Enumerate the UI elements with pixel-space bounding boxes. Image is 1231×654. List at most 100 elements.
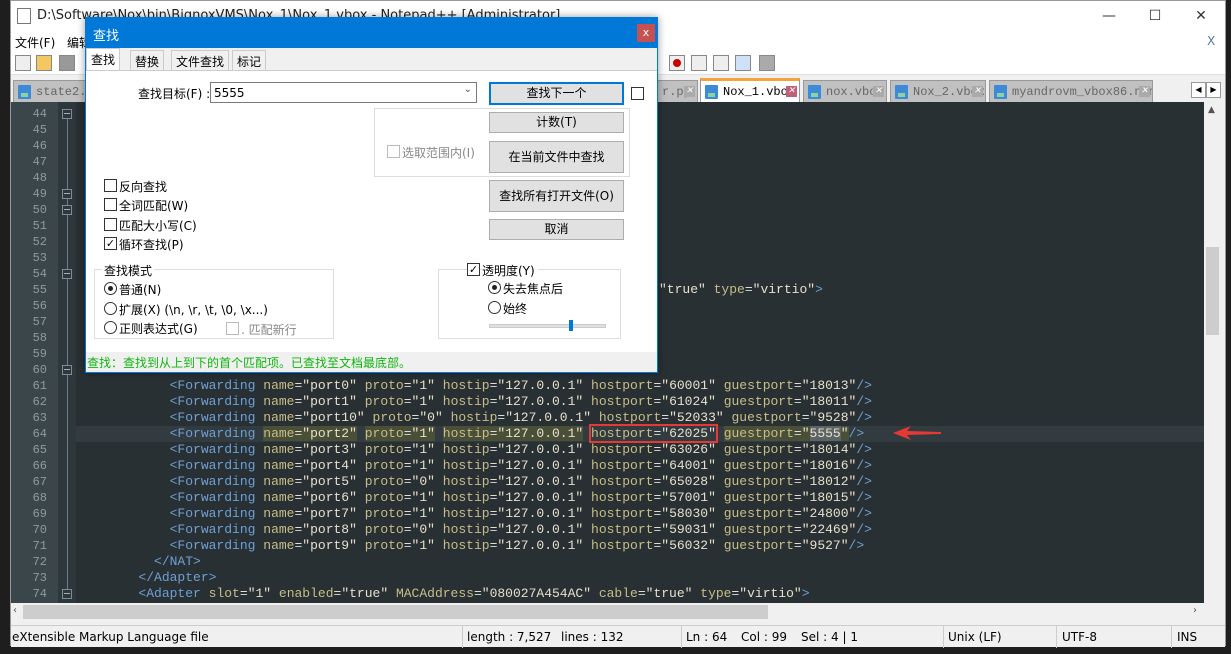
xml-attribute: hostip="127.0.0.1": [443, 474, 583, 489]
find-next-button[interactable]: 查找下一个: [489, 82, 624, 105]
attribute-value: "127.0.0.1": [497, 506, 584, 521]
tab-find-in-files[interactable]: 文件查找: [171, 50, 230, 70]
find-all-open-files-button[interactable]: 查找所有打开文件(O): [489, 180, 624, 212]
minimize-button[interactable]: —: [1086, 1, 1132, 31]
mode-normal-radio[interactable]: [104, 282, 117, 295]
find-all-in-current-button[interactable]: 在当前文件中查找: [489, 141, 624, 173]
equals-sign: =: [403, 522, 412, 537]
close-tab-icon[interactable]: ✕: [684, 86, 695, 97]
tab-nox2-vbox[interactable]: Nox_2.vbox ✕: [890, 80, 986, 102]
line-number: 69: [32, 507, 47, 521]
attribute-name: name: [263, 442, 295, 457]
code-line[interactable]: <Adapter slot="1" enabled="true" MACAddr…: [76, 586, 1204, 602]
backward-checkbox[interactable]: [104, 179, 117, 192]
dialog-close-button[interactable]: x: [637, 24, 655, 42]
save-macro-icon[interactable]: [759, 55, 775, 71]
mode-extended-radio[interactable]: [104, 302, 117, 315]
attribute-value: "65028": [661, 474, 716, 489]
direction-checkbox[interactable]: [631, 87, 644, 100]
run-macro-multiple-icon[interactable]: [735, 55, 751, 71]
whole-word-checkbox[interactable]: [104, 198, 117, 211]
wrap-around-checkbox[interactable]: ✓: [104, 237, 117, 250]
xml-attribute: hostip="127.0.0.1": [443, 378, 583, 393]
attribute-name: hostip: [442, 490, 490, 505]
mode-regex-radio[interactable]: [104, 321, 117, 334]
code-line[interactable]: <Forwarding name="port6" proto="1" hosti…: [76, 490, 1204, 506]
tab-mark[interactable]: 标记: [232, 50, 267, 70]
code-line[interactable]: <Forwarding name="port3" proto="1" hosti…: [76, 442, 1204, 458]
xml-attribute: name="port10": [263, 410, 364, 425]
maximize-button[interactable]: ☐: [1132, 1, 1178, 31]
count-button[interactable]: 计数(T): [489, 112, 624, 133]
play-macro-icon[interactable]: [713, 55, 729, 71]
status-bar: eXtensible Markup Language file length :…: [11, 625, 1225, 648]
scroll-up-icon[interactable]: ▲: [1208, 105, 1215, 115]
attribute-name: proto: [364, 522, 404, 537]
open-file-icon[interactable]: [36, 55, 52, 71]
transparency-checkbox[interactable]: ✓: [467, 263, 480, 276]
tab-scroll-right-icon[interactable]: ▶: [1206, 82, 1221, 98]
fold-toggle-icon[interactable]: [62, 189, 72, 199]
close-tab-icon[interactable]: ✕: [972, 86, 983, 97]
code-line[interactable]: </NAT>: [76, 554, 1204, 570]
stop-macro-icon[interactable]: [691, 55, 707, 71]
mode-regex-label: 正则表达式(G): [119, 322, 198, 336]
attribute-value: "1": [411, 506, 435, 521]
code-line[interactable]: <Forwarding name="port0" proto="1" hosti…: [76, 378, 1204, 394]
on-losing-focus-radio[interactable]: [488, 281, 501, 294]
code-line[interactable]: </Adapter>: [76, 570, 1204, 586]
fold-toggle-icon[interactable]: [62, 205, 72, 215]
close-tab-icon[interactable]: ✕: [873, 86, 884, 97]
code-line[interactable]: <Forwarding name="port5" proto="0" hosti…: [76, 474, 1204, 490]
close-tab-icon[interactable]: ✕: [786, 86, 797, 97]
fold-toggle-icon[interactable]: [62, 589, 72, 599]
red-arrow-annotation-icon: [893, 426, 941, 440]
code-line[interactable]: <Forwarding name="port4" proto="1" hosti…: [76, 458, 1204, 474]
xml-attribute: hostip="127.0.0.1": [443, 442, 583, 457]
xml-attribute: proto="0": [365, 474, 435, 489]
tab-replace[interactable]: 替换: [130, 50, 165, 70]
transparency-slider-thumb[interactable]: [569, 320, 574, 331]
status-eol[interactable]: Unix (LF): [948, 630, 1002, 644]
tab-scroll-left-icon[interactable]: ◀: [1191, 82, 1206, 98]
record-macro-icon[interactable]: [669, 55, 685, 71]
code-line[interactable]: <Forwarding name="port10" proto="0" host…: [76, 410, 1204, 426]
vertical-scrollbar[interactable]: ▲: [1204, 102, 1221, 603]
tab-myandrovm[interactable]: myandrovm_vbox86.nemu ✕: [989, 80, 1153, 102]
xml-attribute: name="port1": [263, 394, 357, 409]
wrap-around-label: 循环查找(P): [119, 238, 184, 252]
status-encoding[interactable]: UTF-8: [1062, 630, 1097, 644]
chevron-down-icon[interactable]: ⌄: [464, 84, 472, 95]
scroll-left-icon[interactable]: ‹: [13, 605, 17, 616]
close-document-button[interactable]: X: [1207, 34, 1215, 48]
vertical-scroll-thumb[interactable]: [1206, 247, 1219, 335]
tab-find[interactable]: 查找: [86, 48, 121, 71]
transparency-slider[interactable]: [489, 320, 606, 331]
horizontal-scrollbar[interactable]: ‹ ›: [11, 603, 1204, 621]
match-case-checkbox[interactable]: [104, 218, 117, 231]
find-what-input[interactable]: [211, 83, 451, 102]
scroll-right-icon[interactable]: ›: [1193, 605, 1197, 616]
find-what-combobox[interactable]: ⌄: [210, 82, 477, 103]
xml-attribute: type="virtio": [714, 282, 815, 297]
tab-nox1-vbox[interactable]: Nox_1.vbox ✕: [700, 78, 800, 102]
always-radio[interactable]: [488, 301, 501, 314]
close-button[interactable]: ✕: [1178, 1, 1224, 31]
menu-file[interactable]: 文件(F): [15, 34, 55, 51]
code-line[interactable]: <Forwarding name="port8" proto="0" hosti…: [76, 522, 1204, 538]
new-file-icon[interactable]: [15, 55, 31, 71]
horizontal-scroll-thumb[interactable]: [23, 605, 768, 619]
fold-toggle-icon[interactable]: [62, 269, 72, 279]
tab-nox-vbox[interactable]: nox.vbox ✕: [803, 80, 887, 102]
code-line[interactable]: <Forwarding name="port9" proto="1" hosti…: [76, 538, 1204, 554]
save-icon[interactable]: [59, 55, 75, 71]
code-line[interactable]: <Forwarding name="port7" proto="1" hosti…: [76, 506, 1204, 522]
fold-toggle-icon[interactable]: [62, 109, 72, 119]
code-line[interactable]: <Forwarding name="port2" proto="1" hosti…: [76, 424, 1204, 443]
xml-attribute: proto="0": [365, 522, 435, 537]
code-line[interactable]: <Forwarding name="port1" proto="1" hosti…: [76, 394, 1204, 410]
cancel-button[interactable]: 取消: [489, 219, 624, 240]
close-tab-icon[interactable]: ✕: [1139, 86, 1150, 97]
fold-toggle-icon[interactable]: [62, 365, 72, 375]
line-number: 70: [32, 523, 47, 537]
